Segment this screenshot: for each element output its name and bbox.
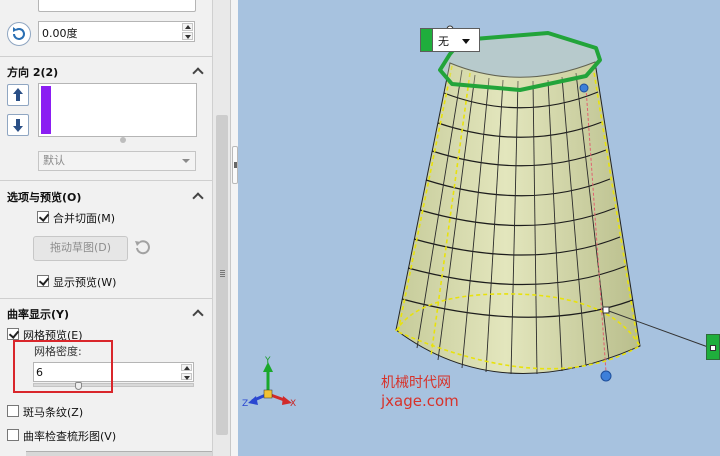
arrow-up-icon <box>13 88 23 101</box>
axis-y-label: Y <box>265 356 271 366</box>
undo-icon <box>135 240 150 255</box>
zebra-stripes-label: 斑马条纹(Z) <box>23 406 84 419</box>
direction2-title: 方向 2(2) <box>7 66 59 79</box>
options-section-title: 选项与预览(O) <box>7 191 82 204</box>
angle-value: 0.00度 <box>42 27 78 40</box>
watermark-line2: jxage.com <box>381 392 459 410</box>
panel-scrollbar[interactable] <box>212 0 230 456</box>
direction2-curve-list[interactable] <box>38 83 197 137</box>
direction2-dropdown[interactable]: 默认 <box>38 151 196 171</box>
bottom-tab-strip <box>26 451 212 456</box>
list-resize-handle[interactable] <box>120 137 126 143</box>
show-preview-label: 显示预览(W) <box>53 276 117 289</box>
curve-color-swatch <box>41 86 51 134</box>
axis-z-label: Z <box>242 399 249 409</box>
panel-scrollbar-thumb[interactable] <box>216 115 228 435</box>
zebra-stripes-checkbox[interactable] <box>7 405 19 417</box>
callout-color-swatch <box>421 29 433 51</box>
loft-preview <box>248 25 709 405</box>
move-down-button[interactable] <box>7 114 29 136</box>
angle-spin-up[interactable] <box>182 23 193 31</box>
reverse-direction-button[interactable] <box>7 22 31 46</box>
curvature-comb-label: 曲率检查梳形图(V) <box>23 430 117 443</box>
direction2-dropdown-value: 默认 <box>43 154 65 167</box>
drag-sketch-button[interactable]: 拖动草图(D) <box>33 236 128 261</box>
angle-field[interactable]: 0.00度 <box>38 21 195 42</box>
curvature-comb-checkbox[interactable] <box>7 429 19 441</box>
rotate-icon <box>13 27 25 40</box>
chevron-down-icon[interactable] <box>462 39 470 44</box>
connector-callout[interactable]: 无 <box>420 28 480 52</box>
direction2-collapse-icon[interactable] <box>193 66 203 76</box>
top-partial-field[interactable] <box>38 0 196 12</box>
merge-faces-checkbox[interactable] <box>37 211 49 223</box>
arrow-down-icon <box>13 119 23 132</box>
density-spin-down[interactable] <box>181 373 192 380</box>
chevron-down-icon <box>182 159 190 163</box>
move-up-button[interactable] <box>7 84 29 106</box>
axis-x-label: X <box>290 399 297 409</box>
graphics-viewport[interactable]: Y X Z 无 机械时代网 jxage.com <box>238 0 720 456</box>
coordinate-triad-icon <box>248 362 292 405</box>
watermark-line1: 机械时代网 <box>381 375 451 391</box>
mesh-preview-checkbox[interactable] <box>7 328 19 340</box>
callout-value: 无 <box>438 35 449 48</box>
handle-dot <box>710 345 716 351</box>
highlight-box <box>13 340 113 393</box>
options-collapse-icon[interactable] <box>193 191 203 201</box>
curvature-collapse-icon[interactable] <box>193 308 203 318</box>
show-preview-checkbox[interactable] <box>37 275 49 287</box>
property-manager-panel: 0.00度 方向 2(2) 默认 选项与预览(O) 合并切面(M) 拖动草图(D… <box>0 0 212 456</box>
merge-faces-label: 合并切面(M) <box>53 212 116 225</box>
connector-handle-right[interactable] <box>706 334 720 360</box>
panel-splitter[interactable] <box>230 0 238 456</box>
curvature-section-title: 曲率显示(Y) <box>7 308 70 321</box>
angle-spin-down[interactable] <box>182 32 193 40</box>
density-spin-up[interactable] <box>181 364 192 371</box>
loft-surface <box>395 61 641 374</box>
